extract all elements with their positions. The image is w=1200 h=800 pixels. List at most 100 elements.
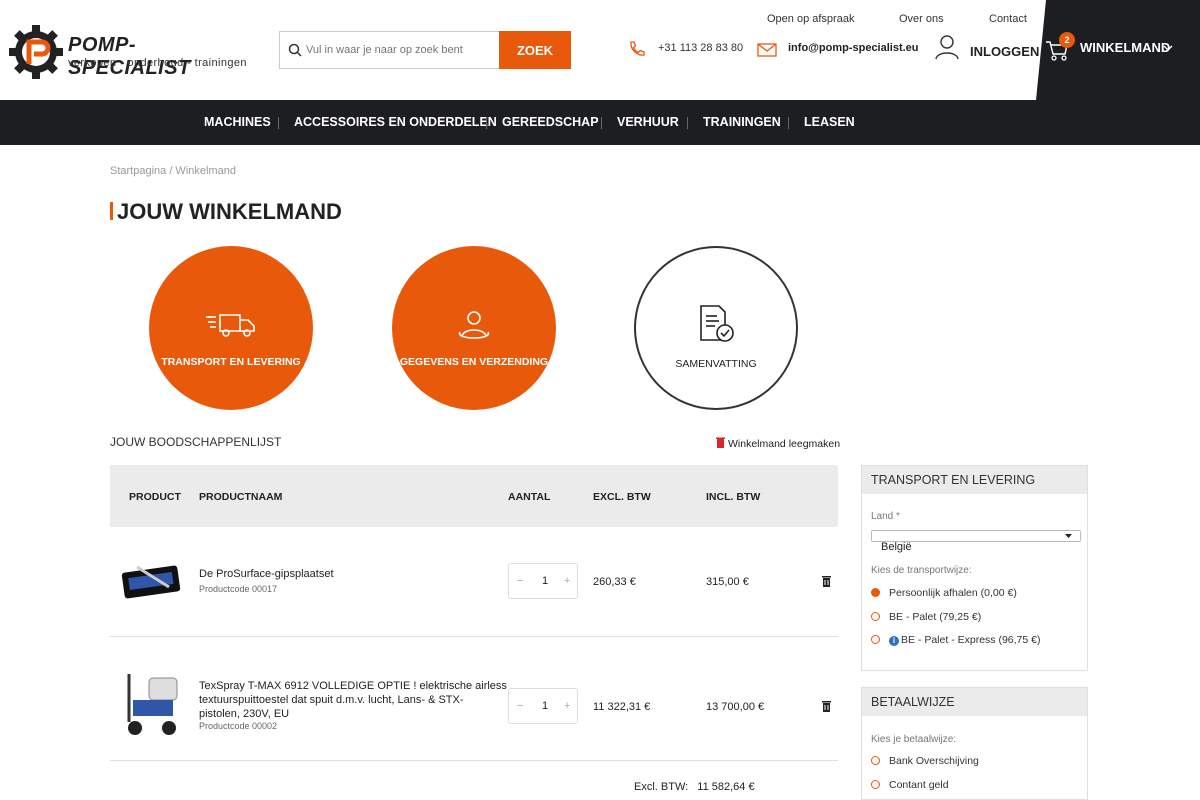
- cart-button[interactable]: 2 WINKELMAND: [1036, 0, 1200, 100]
- radio-circle: [871, 612, 880, 621]
- product-code: Productcode 00017: [199, 584, 278, 594]
- nav-item-accessoires[interactable]: ACCESSOIRES EN ONDERDELEN: [294, 115, 497, 129]
- col-aantal: AANTAL: [508, 491, 551, 503]
- step-gegevens[interactable]: GEGEVENS EN VERZENDING: [392, 246, 556, 410]
- quantity-stepper: − 1 +: [508, 563, 578, 599]
- site-header: POMP-SPECIALIST verkopen - onderhoud - t…: [0, 0, 1200, 100]
- radio-label: Persoonlijk afhalen (0,00 €): [889, 587, 1017, 599]
- title-accent-bar: [110, 202, 113, 220]
- nav-item-gereedschap[interactable]: GEREEDSCHAP: [502, 115, 599, 129]
- radio-label: Bank Overschijving: [889, 755, 979, 767]
- step-label: GEGEVENS EN VERZENDING: [399, 356, 549, 368]
- radio-persoonlijk-afhalen[interactable]: Persoonlijk afhalen (0,00 €): [871, 587, 1017, 599]
- chevron-down-icon: [1163, 45, 1173, 51]
- list-title: JOUW BOODSCHAPPENLIJST: [110, 435, 282, 449]
- delete-icon[interactable]: [822, 575, 831, 587]
- cart-label: WINKELMAND: [1080, 40, 1171, 55]
- product-image-gipsplaatset[interactable]: [119, 559, 183, 603]
- radio-selected: [871, 588, 880, 597]
- step-label: TRANSPORT EN LEVERING: [161, 356, 301, 368]
- link-over-ons[interactable]: Over ons: [899, 13, 944, 25]
- table-header: PRODUCT PRODUCTNAAM AANTAL EXCL. BTW INC…: [110, 465, 838, 527]
- info-icon[interactable]: i: [889, 636, 899, 646]
- col-productnaam: PRODUCTNAAM: [199, 491, 283, 503]
- payment-panel: BETAALWIJZE Kies je betaalwijze: Bank Ov…: [861, 687, 1088, 800]
- breadcrumb[interactable]: Startpagina / Winkelmand: [110, 165, 236, 177]
- page-title-text: JOUW WINKELMAND: [117, 199, 342, 224]
- radio-label: BE - Palet (79,25 €): [889, 611, 982, 623]
- nav-divider: [278, 117, 279, 129]
- product-name[interactable]: TexSpray T-MAX 6912 VOLLEDIGE OPTIE ! el…: [199, 679, 507, 721]
- radio-label: Contant geld: [889, 779, 949, 791]
- payment-method-label: Kies je betaalwijze:: [871, 734, 957, 745]
- mail-icon: [757, 43, 777, 57]
- nav-item-machines[interactable]: MACHINES: [204, 115, 271, 129]
- step-transport[interactable]: TRANSPORT EN LEVERING: [149, 246, 313, 410]
- product-name-line: TexSpray T-MAX 6912 VOLLEDIGE OPTIE ! el…: [199, 680, 507, 692]
- logo[interactable]: POMP-SPECIALIST verkopen - onderhoud - t…: [8, 22, 248, 82]
- gear-logo-icon: [9, 25, 63, 79]
- radio-circle: [871, 780, 880, 789]
- transport-panel-title: TRANSPORT EN LEVERING: [862, 466, 1087, 494]
- product-image-texspray[interactable]: [119, 670, 183, 742]
- decrease-button[interactable]: −: [517, 700, 523, 712]
- table-row: TexSpray T-MAX 6912 VOLLEDIGE OPTIE ! el…: [110, 637, 838, 761]
- product-name-line: pistolen, 230V, EU: [199, 708, 290, 720]
- login-label: INLOGGEN: [970, 44, 1040, 59]
- empty-cart-label: Winkelmand leegmaken: [728, 438, 841, 450]
- location-person-icon: [459, 311, 489, 339]
- radio-be-palet[interactable]: BE - Palet (79,25 €): [871, 611, 981, 623]
- empty-cart-link[interactable]: Winkelmand leegmaken: [716, 437, 840, 450]
- radio-circle: [871, 756, 880, 765]
- nav-divider: [486, 117, 487, 129]
- nav-divider: [687, 117, 688, 129]
- cart-count-badge: 2: [1059, 32, 1075, 48]
- nav-item-leasen[interactable]: LEASEN: [804, 115, 855, 129]
- subtotal-label: Excl. BTW:: [634, 781, 689, 793]
- country-select[interactable]: België: [871, 530, 1081, 553]
- radio-contant-geld[interactable]: Contant geld: [871, 779, 949, 791]
- transport-panel: TRANSPORT EN LEVERING Land * België Kies…: [861, 465, 1088, 671]
- subtotal-value: 11 582,64 €: [697, 781, 755, 793]
- decrease-button[interactable]: −: [517, 575, 523, 587]
- delivery-truck-icon: [206, 314, 255, 337]
- link-open-op-afspraak[interactable]: Open op afspraak: [767, 13, 854, 25]
- email-address: info@pomp-specialist.eu: [788, 42, 919, 54]
- document-check-icon: [700, 305, 734, 342]
- radio-bank-overschijving[interactable]: Bank Overschijving: [871, 755, 979, 767]
- search-input[interactable]: [306, 32, 496, 68]
- search-box: [279, 31, 499, 69]
- page-title: JOUW WINKELMAND: [110, 199, 342, 225]
- country-label: Land *: [871, 511, 900, 522]
- col-incl-btw: INCL. BTW: [706, 491, 761, 503]
- country-value: België: [881, 541, 912, 553]
- quantity-value[interactable]: 1: [539, 575, 551, 587]
- step-samenvatting[interactable]: SAMENVATTING: [634, 246, 798, 410]
- search-icon: [288, 43, 302, 57]
- increase-button[interactable]: +: [564, 575, 570, 587]
- link-contact[interactable]: Contact: [989, 13, 1027, 25]
- nav-item-verhuur[interactable]: VERHUUR: [617, 115, 679, 129]
- increase-button[interactable]: +: [564, 700, 570, 712]
- radio-be-palet-express[interactable]: i BE - Palet - Express (96,75 €): [871, 634, 1040, 646]
- dropdown-arrow-icon: [1065, 534, 1072, 538]
- delete-icon[interactable]: [822, 700, 831, 712]
- product-name[interactable]: De ProSurface-gipsplaatset: [199, 567, 334, 581]
- phone-number: +31 113 28 83 80: [658, 42, 744, 54]
- nav-item-trainingen[interactable]: TRAININGEN: [703, 115, 781, 129]
- nav-divider: [788, 117, 789, 129]
- radio-circle: [871, 635, 880, 644]
- col-product: PRODUCT: [129, 491, 181, 503]
- quantity-stepper: − 1 +: [508, 688, 578, 724]
- transport-method-label: Kies de transportwijze:: [871, 565, 972, 576]
- quantity-value[interactable]: 1: [539, 700, 551, 712]
- nav-divider: [601, 117, 602, 129]
- step-label: SAMENVATTING: [675, 358, 757, 370]
- table-row: De ProSurface-gipsplaatset Productcode 0…: [110, 527, 838, 637]
- radio-label: BE - Palet - Express (96,75 €): [901, 634, 1041, 646]
- logo-tagline: verkopen - onderhoud - trainingen: [68, 57, 247, 69]
- search-button[interactable]: ZOEK: [499, 31, 571, 69]
- price-incl: 315,00 €: [706, 576, 749, 588]
- col-excl-btw: EXCL. BTW: [593, 491, 651, 503]
- price-incl: 13 700,00 €: [706, 701, 765, 713]
